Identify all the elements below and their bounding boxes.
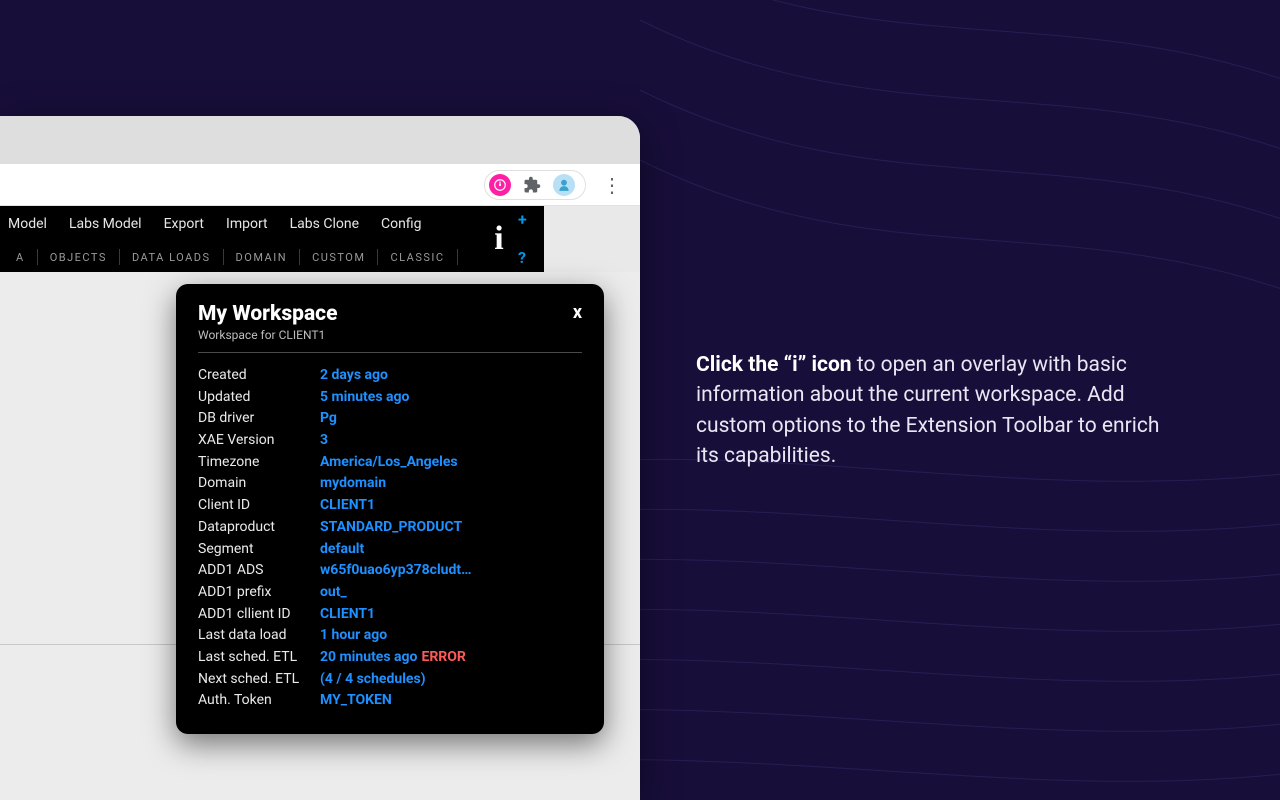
toolbar-right-tools: i + ?: [480, 206, 544, 272]
subtab-domain[interactable]: DOMAIN: [224, 249, 301, 265]
overlay-row-key: Auth. Token: [198, 690, 320, 712]
overlay-row-key: Client ID: [198, 495, 320, 517]
overlay-title: My Workspace: [198, 302, 337, 326]
close-icon[interactable]: x: [573, 302, 582, 323]
overlay-row-value: MY_TOKEN: [320, 690, 392, 712]
overlay-row-key: Last data load: [198, 625, 320, 647]
overlay-row-value: 5 minutes ago: [320, 387, 409, 409]
overlay-row: Updated5 minutes ago: [198, 387, 582, 409]
overlay-row-value: CLIENT1: [320, 604, 375, 626]
toolbar-item-import[interactable]: Import: [226, 216, 268, 232]
overlay-row: Client IDCLIENT1: [198, 495, 582, 517]
browser-window: ⋮ Model Labs Model Export Import Labs Cl…: [0, 116, 640, 800]
toolbar-item-labs-clone[interactable]: Labs Clone: [290, 216, 359, 232]
overlay-row-key: Last sched. ETL: [198, 647, 320, 669]
overlay-row-value: mydomain: [320, 473, 386, 495]
overlay-row-value: 20 minutes ago: [320, 647, 417, 669]
overlay-row-key: DB driver: [198, 408, 320, 430]
overlay-row: Next sched. ETL(4 / 4 schedules): [198, 669, 582, 691]
copy-bold: Click the “i” icon: [696, 353, 852, 377]
browser-tab-strip: [0, 116, 640, 164]
overlay-row: ADD1 prefixout_: [198, 582, 582, 604]
extension-pill: [484, 170, 586, 200]
toolbar-item-export[interactable]: Export: [164, 216, 204, 232]
subtab-classic[interactable]: CLASSIC: [378, 249, 457, 265]
toolbar-item-model[interactable]: Model: [8, 216, 47, 232]
overlay-row: ADD1 cllient IDCLIENT1: [198, 604, 582, 626]
overlay-row-key: Created: [198, 365, 320, 387]
overlay-row: Segmentdefault: [198, 539, 582, 561]
subtab-objects[interactable]: OBJECTS: [38, 249, 120, 265]
overlay-row-value: w65f0uao6yp378cludt…: [320, 560, 472, 582]
extension-icon-pink[interactable]: [489, 174, 511, 196]
overlay-row-key: Segment: [198, 539, 320, 561]
workspace-overlay: My Workspace Workspace for CLIENT1 x Cre…: [176, 284, 604, 734]
overlay-row: DataproductSTANDARD_PRODUCT: [198, 517, 582, 539]
overlay-row: ADD1 ADSw65f0uao6yp378cludt…: [198, 560, 582, 582]
overlay-row: DB driverPg: [198, 408, 582, 430]
overlay-row-key: Next sched. ETL: [198, 669, 320, 691]
info-icon[interactable]: i: [480, 206, 518, 272]
subtab-data-loads[interactable]: DATA LOADS: [120, 249, 224, 265]
overlay-row-key: Timezone: [198, 452, 320, 474]
overlay-row-key: Domain: [198, 473, 320, 495]
subtab-a[interactable]: A: [4, 249, 38, 265]
overlay-row-key: ADD1 ADS: [198, 560, 320, 582]
overlay-row-value: Pg: [320, 408, 337, 430]
toolbar-main-row: Model Labs Model Export Import Labs Clon…: [0, 206, 480, 242]
overlay-row: Auth. TokenMY_TOKEN: [198, 690, 582, 712]
overlay-row-value: 2 days ago: [320, 365, 388, 387]
app-content: My Workspace Workspace for CLIENT1 x Cre…: [0, 272, 640, 800]
toolbar-item-config[interactable]: Config: [381, 216, 421, 232]
add-icon[interactable]: +: [518, 212, 527, 228]
overlay-row-key: XAE Version: [198, 430, 320, 452]
overlay-row-value: 3: [320, 430, 328, 452]
overlay-subtitle: Workspace for CLIENT1: [198, 328, 337, 342]
profile-icon[interactable]: [553, 174, 575, 196]
marketing-copy: Click the “i” icon to open an overlay wi…: [696, 350, 1176, 472]
overlay-row-value: out_: [320, 582, 347, 604]
overlay-row-value: 1 hour ago: [320, 625, 387, 647]
toolbar-sub-row: A OBJECTS DATA LOADS DOMAIN CUSTOM CLASS…: [0, 242, 480, 272]
overlay-row-key: Updated: [198, 387, 320, 409]
overlay-rows: Created2 days agoUpdated5 minutes agoDB …: [198, 365, 582, 712]
overlay-row: Domainmydomain: [198, 473, 582, 495]
overlay-row-key: Dataproduct: [198, 517, 320, 539]
help-icon[interactable]: ?: [518, 250, 527, 266]
overlay-row-key: ADD1 prefix: [198, 582, 320, 604]
subtab-custom[interactable]: CUSTOM: [300, 249, 378, 265]
overlay-row: TimezoneAmerica/Los_Angeles: [198, 452, 582, 474]
browser-toolbar: ⋮: [0, 164, 640, 206]
overlay-row-value: default: [320, 539, 364, 561]
overlay-row-value: CLIENT1: [320, 495, 375, 517]
extensions-icon[interactable]: [521, 174, 543, 196]
overlay-row-key: ADD1 cllient ID: [198, 604, 320, 626]
overlay-row: Created2 days ago: [198, 365, 582, 387]
overlay-row-value: America/Los_Angeles: [320, 452, 458, 474]
app-toolbar: Model Labs Model Export Import Labs Clon…: [0, 206, 640, 272]
overlay-row-error: ERROR: [421, 647, 465, 669]
overlay-divider: [198, 352, 582, 353]
toolbar-item-labs-model[interactable]: Labs Model: [69, 216, 142, 232]
overlay-row: XAE Version3: [198, 430, 582, 452]
browser-menu-icon[interactable]: ⋮: [598, 175, 626, 195]
overlay-row-value: (4 / 4 schedules): [320, 669, 426, 691]
overlay-row: Last data load1 hour ago: [198, 625, 582, 647]
overlay-row: Last sched. ETL20 minutes agoERROR: [198, 647, 582, 669]
overlay-row-value: STANDARD_PRODUCT: [320, 517, 462, 539]
